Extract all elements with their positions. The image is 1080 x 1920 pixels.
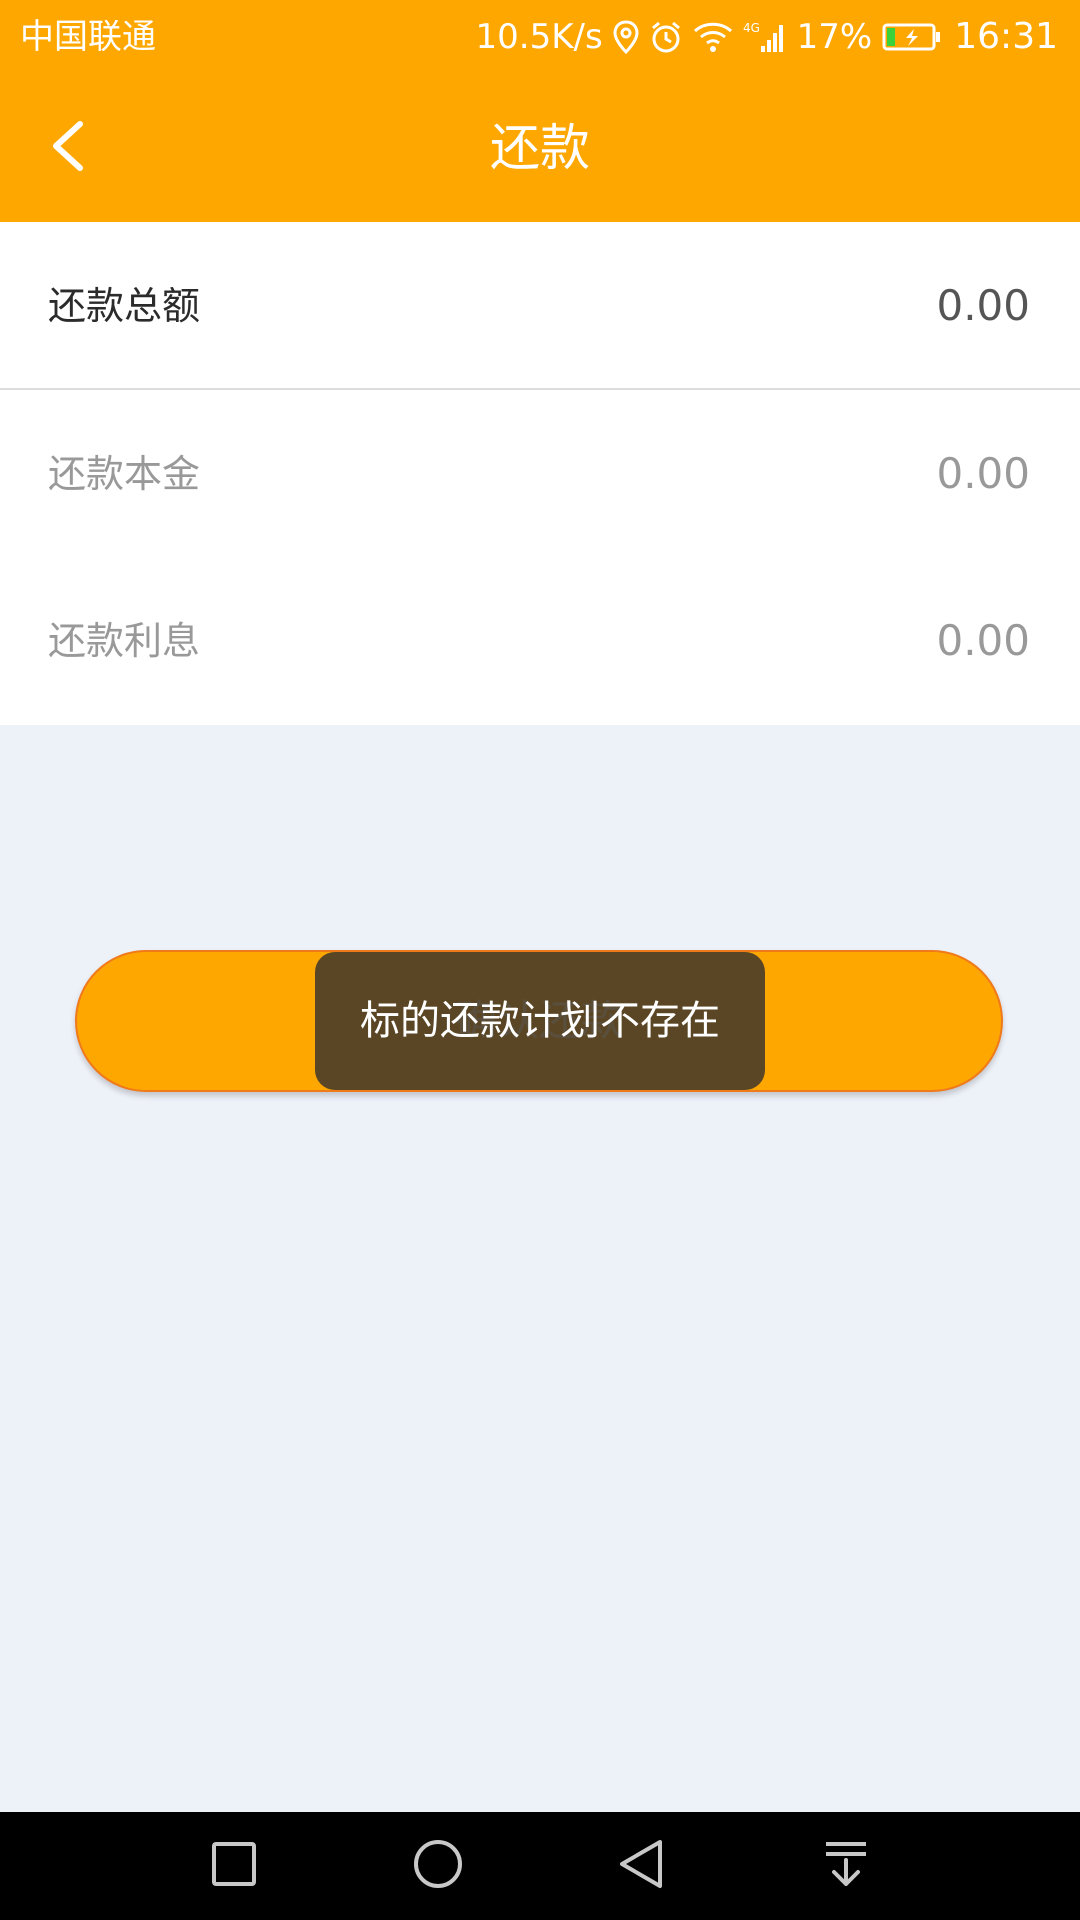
square-recents-icon [210, 1840, 258, 1892]
carrier-name: 中国联通 [20, 17, 156, 57]
principal-label: 还款本金 [48, 452, 201, 496]
toast-message: 标的还款计划不存在 [315, 952, 765, 1090]
interest-row: 还款利息 0.00 [0, 557, 1080, 725]
wifi-icon [693, 21, 733, 53]
notification-pulldown-button[interactable] [806, 1826, 886, 1906]
interest-label: 还款利息 [48, 619, 201, 663]
status-indicators: 10.5K/s 4G 17% 16:31 [466, 14, 1059, 60]
total-repayment-row: 还款总额 0.00 [0, 222, 1080, 390]
page-title: 还款 [490, 119, 590, 177]
repayment-summary: 还款总额 0.00 还款本金 0.00 还款利息 0.00 [0, 222, 1080, 725]
triangle-back-icon [616, 1838, 668, 1894]
recents-button[interactable] [194, 1826, 274, 1906]
circle-home-icon [412, 1838, 464, 1894]
alarm-icon [649, 20, 683, 54]
home-button[interactable] [398, 1826, 478, 1906]
network-type-label: 4G [743, 21, 760, 35]
interest-value: 0.00 [936, 616, 1030, 665]
battery-charging-icon [882, 22, 942, 52]
clock: 16:31 [954, 16, 1058, 57]
system-nav-bar [0, 1812, 1080, 1920]
app-bar: 还款 [0, 74, 1080, 222]
network-speed: 10.5K/s [475, 17, 603, 57]
location-icon [613, 20, 639, 54]
total-repayment-label: 还款总额 [48, 284, 201, 328]
back-button[interactable] [28, 108, 108, 188]
principal-value: 0.00 [936, 449, 1030, 498]
notification-pulldown-icon [822, 1838, 870, 1894]
total-repayment-value: 0.00 [936, 281, 1030, 330]
battery-percent: 17% [796, 17, 873, 57]
status-bar: 中国联通 10.5K/s 4G 17% 16:31 [0, 0, 1080, 74]
chevron-left-icon [48, 120, 88, 176]
principal-row: 还款本金 0.00 [0, 390, 1080, 558]
back-nav-button[interactable] [602, 1826, 682, 1906]
signal-icon: 4G [743, 20, 787, 54]
